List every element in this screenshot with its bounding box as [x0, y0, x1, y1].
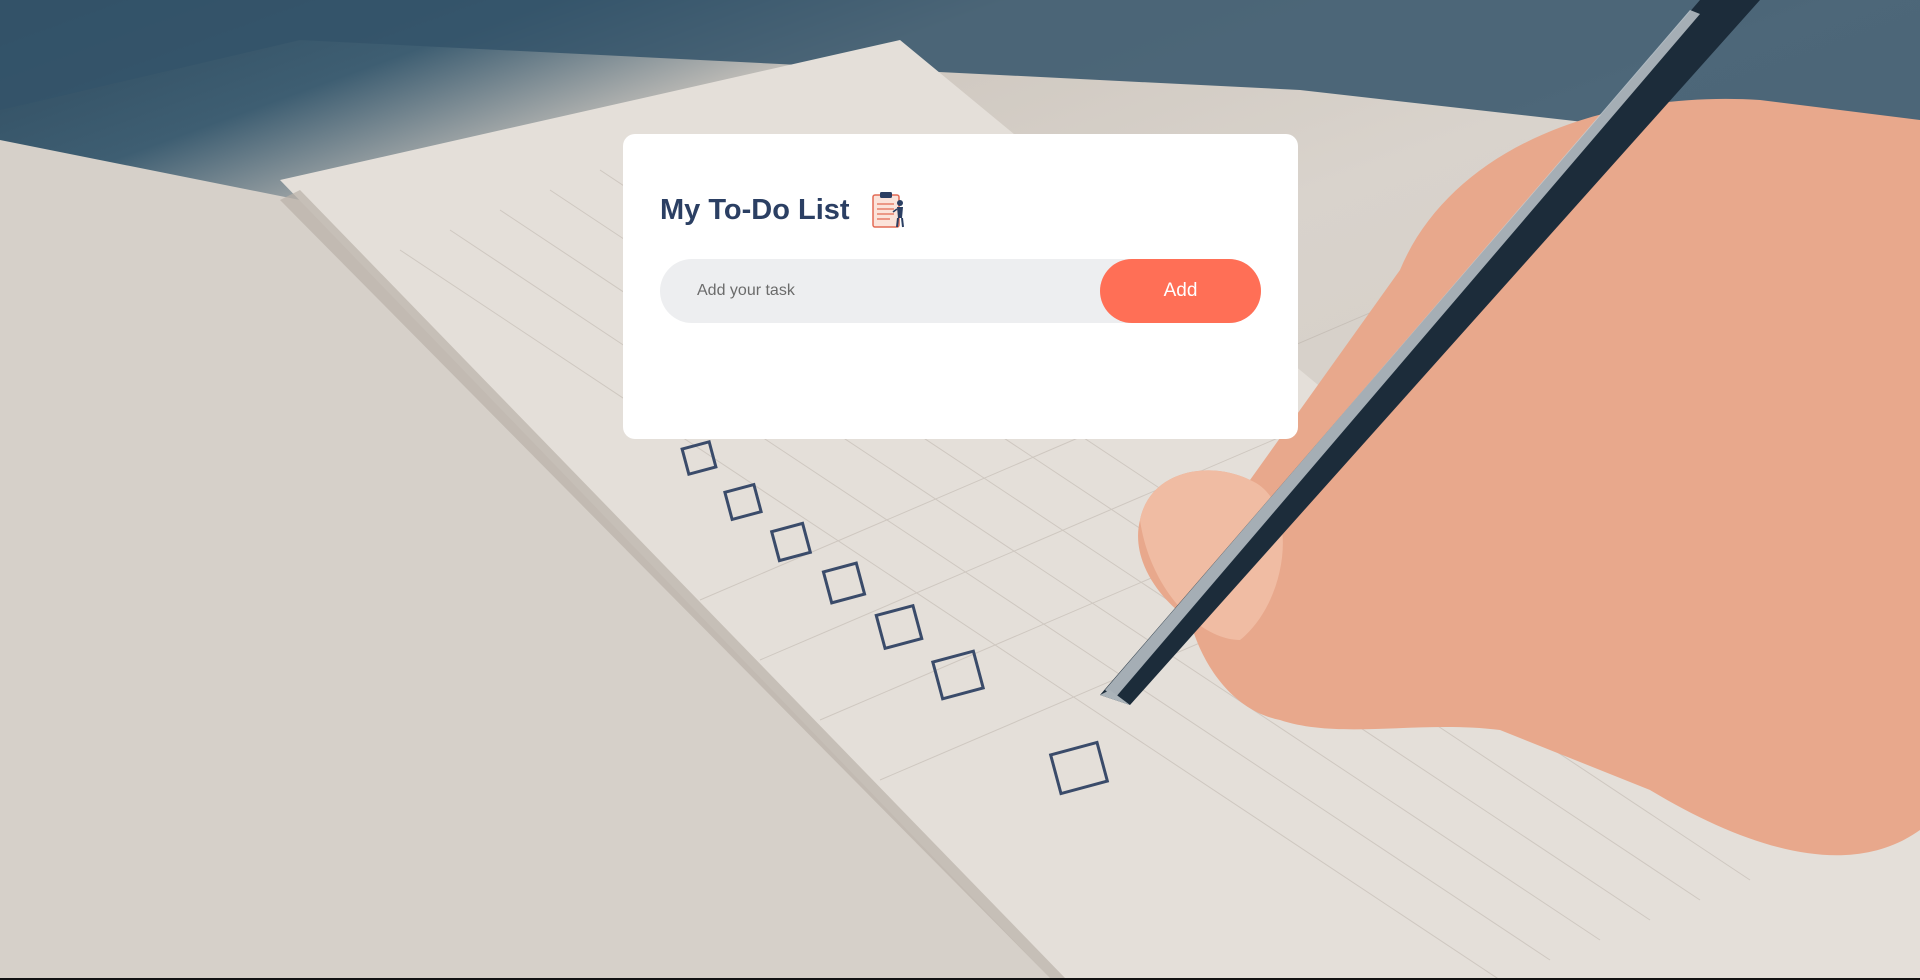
- clipboard-checklist-icon: [868, 190, 908, 230]
- task-input-row: Add: [660, 259, 1261, 323]
- title-row: My To-Do List: [660, 188, 908, 232]
- page-title: My To-Do List: [660, 193, 850, 226]
- add-button[interactable]: Add: [1100, 259, 1261, 323]
- task-input[interactable]: [660, 259, 1100, 323]
- todo-card: My To-Do List Add: [623, 134, 1298, 439]
